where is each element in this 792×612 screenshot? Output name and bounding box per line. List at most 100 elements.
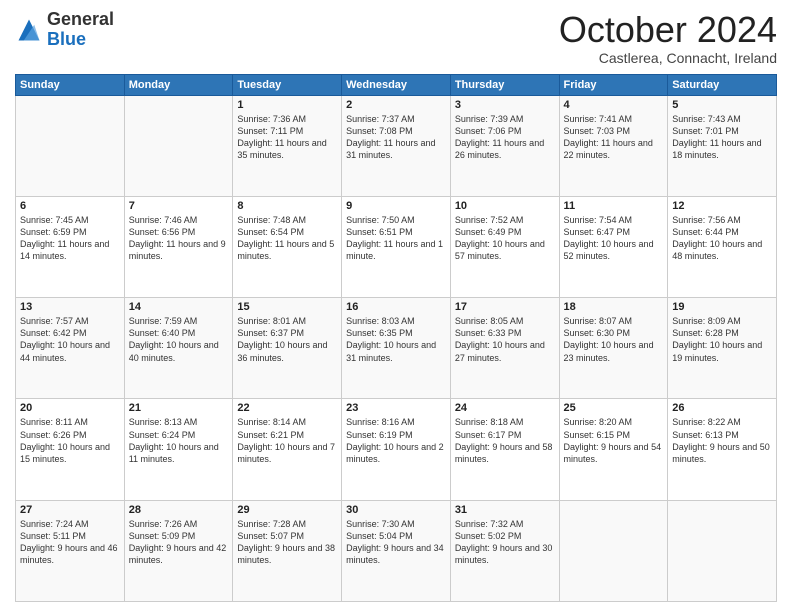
weekday-header-row: SundayMondayTuesdayWednesdayThursdayFrid…	[16, 74, 777, 95]
day-info: Sunrise: 8:22 AMSunset: 6:13 PMDaylight:…	[672, 416, 772, 465]
day-info: Sunrise: 7:56 AMSunset: 6:44 PMDaylight:…	[672, 214, 772, 263]
calendar-cell: 9 Sunrise: 7:50 AMSunset: 6:51 PMDaylight…	[342, 196, 451, 297]
month-title: October 2024	[559, 10, 777, 50]
calendar-cell	[124, 95, 233, 196]
day-info: Sunrise: 8:03 AMSunset: 6:35 PMDaylight:…	[346, 315, 446, 364]
calendar-cell: 12 Sunrise: 7:56 AMSunset: 6:44 PMDayligh…	[668, 196, 777, 297]
calendar-cell: 24 Sunrise: 8:18 AMSunset: 6:17 PMDayligh…	[450, 399, 559, 500]
calendar-cell: 28Sunrise: 7:26 AMSunset: 5:09 PMDayligh…	[124, 500, 233, 601]
calendar-cell: 4 Sunrise: 7:41 AMSunset: 7:03 PMDaylight…	[559, 95, 668, 196]
calendar-cell: 13Sunrise: 7:57 AMSunset: 6:42 PMDayligh…	[16, 298, 125, 399]
calendar-cell: 20 Sunrise: 8:11 AMSunset: 6:26 PMDayligh…	[16, 399, 125, 500]
day-number: 11	[564, 200, 664, 212]
logo: General Blue	[15, 10, 114, 50]
day-number: 13	[20, 301, 120, 313]
day-info: Sunrise: 7:43 AMSunset: 7:01 PMDaylight:…	[672, 113, 772, 162]
calendar-cell: 6 Sunrise: 7:45 AMSunset: 6:59 PMDaylight…	[16, 196, 125, 297]
day-number: 23	[346, 402, 446, 414]
day-number: 26	[672, 402, 772, 414]
day-info: Sunrise: 8:18 AMSunset: 6:17 PMDaylight:…	[455, 416, 555, 465]
calendar-cell: 26 Sunrise: 8:22 AMSunset: 6:13 PMDayligh…	[668, 399, 777, 500]
day-info: Sunrise: 8:01 AMSunset: 6:37 PMDaylight:…	[237, 315, 337, 364]
day-number: 19	[672, 301, 772, 313]
calendar-cell	[559, 500, 668, 601]
day-number: 31	[455, 504, 555, 516]
day-number: 22	[237, 402, 337, 414]
day-info: Sunrise: 7:50 AMSunset: 6:51 PMDaylight:…	[346, 214, 446, 263]
day-info: Sunrise: 7:48 AMSunset: 6:54 PMDaylight:…	[237, 214, 337, 263]
day-info: Sunrise: 7:52 AMSunset: 6:49 PMDaylight:…	[455, 214, 555, 263]
day-number: 27	[20, 504, 120, 516]
logo-blue: Blue	[47, 29, 86, 49]
day-number: 9	[346, 200, 446, 212]
day-number: 8	[237, 200, 337, 212]
header: General Blue October 2024 Castlerea, Con…	[15, 10, 777, 66]
week-row-4: 20 Sunrise: 8:11 AMSunset: 6:26 PMDayligh…	[16, 399, 777, 500]
day-info: Sunrise: 8:14 AMSunset: 6:21 PMDaylight:…	[237, 416, 337, 465]
day-info: Sunrise: 7:28 AMSunset: 5:07 PMDaylight:…	[237, 518, 337, 567]
day-number: 6	[20, 200, 120, 212]
calendar-cell: 17Sunrise: 8:05 AMSunset: 6:33 PMDayligh…	[450, 298, 559, 399]
day-info: Sunrise: 7:41 AMSunset: 7:03 PMDaylight:…	[564, 113, 664, 162]
day-info: Sunrise: 8:11 AMSunset: 6:26 PMDaylight:…	[20, 416, 120, 465]
day-info: Sunrise: 8:07 AMSunset: 6:30 PMDaylight:…	[564, 315, 664, 364]
day-info: Sunrise: 7:45 AMSunset: 6:59 PMDaylight:…	[20, 214, 120, 263]
logo-icon	[15, 16, 43, 44]
week-row-5: 27Sunrise: 7:24 AMSunset: 5:11 PMDayligh…	[16, 500, 777, 601]
day-number: 25	[564, 402, 664, 414]
day-number: 29	[237, 504, 337, 516]
day-info: Sunrise: 8:20 AMSunset: 6:15 PMDaylight:…	[564, 416, 664, 465]
day-number: 1	[237, 99, 337, 111]
day-number: 24	[455, 402, 555, 414]
calendar-cell: 7Sunrise: 7:46 AMSunset: 6:56 PMDaylight…	[124, 196, 233, 297]
calendar-cell: 2 Sunrise: 7:37 AMSunset: 7:08 PMDaylight…	[342, 95, 451, 196]
weekday-header-saturday: Saturday	[668, 74, 777, 95]
day-info: Sunrise: 7:54 AMSunset: 6:47 PMDaylight:…	[564, 214, 664, 263]
day-number: 28	[129, 504, 229, 516]
calendar-cell: 18 Sunrise: 8:07 AMSunset: 6:30 PMDayligh…	[559, 298, 668, 399]
day-number: 12	[672, 200, 772, 212]
calendar-cell: 1 Sunrise: 7:36 AMSunset: 7:11 PMDaylight…	[233, 95, 342, 196]
calendar-cell: 19 Sunrise: 8:09 AMSunset: 6:28 PMDayligh…	[668, 298, 777, 399]
weekday-header-friday: Friday	[559, 74, 668, 95]
day-info: Sunrise: 8:16 AMSunset: 6:19 PMDaylight:…	[346, 416, 446, 465]
day-number: 14	[129, 301, 229, 313]
weekday-header-monday: Monday	[124, 74, 233, 95]
subtitle: Castlerea, Connacht, Ireland	[559, 50, 777, 66]
page: General Blue October 2024 Castlerea, Con…	[0, 0, 792, 612]
week-row-1: 1 Sunrise: 7:36 AMSunset: 7:11 PMDaylight…	[16, 95, 777, 196]
day-number: 2	[346, 99, 446, 111]
day-number: 18	[564, 301, 664, 313]
day-info: Sunrise: 8:13 AMSunset: 6:24 PMDaylight:…	[129, 416, 229, 465]
calendar-cell: 27Sunrise: 7:24 AMSunset: 5:11 PMDayligh…	[16, 500, 125, 601]
calendar-cell: 11 Sunrise: 7:54 AMSunset: 6:47 PMDayligh…	[559, 196, 668, 297]
weekday-header-wednesday: Wednesday	[342, 74, 451, 95]
day-info: Sunrise: 7:37 AMSunset: 7:08 PMDaylight:…	[346, 113, 446, 162]
calendar-cell: 30 Sunrise: 7:30 AMSunset: 5:04 PMDayligh…	[342, 500, 451, 601]
calendar-cell: 14 Sunrise: 7:59 AMSunset: 6:40 PMDayligh…	[124, 298, 233, 399]
week-row-3: 13Sunrise: 7:57 AMSunset: 6:42 PMDayligh…	[16, 298, 777, 399]
calendar-cell: 23 Sunrise: 8:16 AMSunset: 6:19 PMDayligh…	[342, 399, 451, 500]
logo-general: General	[47, 9, 114, 29]
day-info: Sunrise: 7:39 AMSunset: 7:06 PMDaylight:…	[455, 113, 555, 162]
calendar-cell: 3Sunrise: 7:39 AMSunset: 7:06 PMDaylight…	[450, 95, 559, 196]
weekday-header-sunday: Sunday	[16, 74, 125, 95]
day-info: Sunrise: 8:05 AMSunset: 6:33 PMDaylight:…	[455, 315, 555, 364]
day-info: Sunrise: 7:36 AMSunset: 7:11 PMDaylight:…	[237, 113, 337, 162]
day-info: Sunrise: 8:09 AMSunset: 6:28 PMDaylight:…	[672, 315, 772, 364]
day-number: 16	[346, 301, 446, 313]
calendar-table: SundayMondayTuesdayWednesdayThursdayFrid…	[15, 74, 777, 602]
day-info: Sunrise: 7:30 AMSunset: 5:04 PMDaylight:…	[346, 518, 446, 567]
calendar-cell: 31Sunrise: 7:32 AMSunset: 5:02 PMDayligh…	[450, 500, 559, 601]
calendar-cell: 21Sunrise: 8:13 AMSunset: 6:24 PMDayligh…	[124, 399, 233, 500]
calendar-cell: 8 Sunrise: 7:48 AMSunset: 6:54 PMDaylight…	[233, 196, 342, 297]
calendar-cell: 15Sunrise: 8:01 AMSunset: 6:37 PMDayligh…	[233, 298, 342, 399]
calendar-cell: 25 Sunrise: 8:20 AMSunset: 6:15 PMDayligh…	[559, 399, 668, 500]
day-number: 20	[20, 402, 120, 414]
logo-text: General Blue	[47, 10, 114, 50]
day-number: 30	[346, 504, 446, 516]
day-info: Sunrise: 7:59 AMSunset: 6:40 PMDaylight:…	[129, 315, 229, 364]
calendar-cell: 16 Sunrise: 8:03 AMSunset: 6:35 PMDayligh…	[342, 298, 451, 399]
day-number: 4	[564, 99, 664, 111]
calendar-cell: 22 Sunrise: 8:14 AMSunset: 6:21 PMDayligh…	[233, 399, 342, 500]
